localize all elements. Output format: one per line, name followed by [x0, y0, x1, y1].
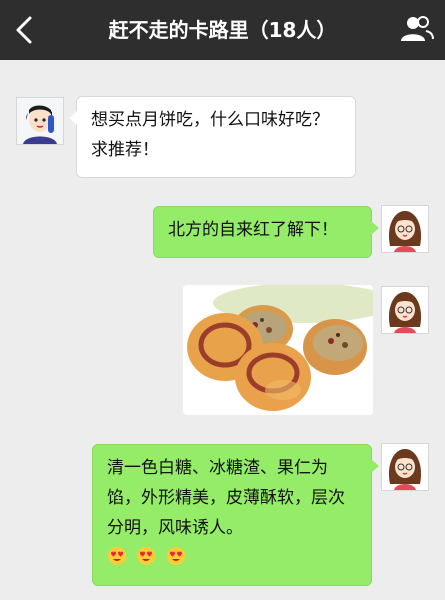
group-members-icon[interactable] [400, 14, 434, 44]
chat-title: 赶不走的卡路里（18人） [108, 18, 337, 42]
cartoon-girl-avatar [382, 206, 428, 252]
heart-eyes-emoji [137, 547, 156, 565]
chevron-left-icon[interactable] [10, 14, 40, 46]
self-avatar[interactable] [381, 443, 429, 491]
message-text: 想买点月饼吃，什么口味好吃？求推荐！ [91, 110, 329, 160]
sender-avatar[interactable] [16, 97, 64, 145]
cartoon-girl-avatar [382, 287, 428, 333]
cartoon-girl-avatar [382, 444, 428, 490]
message-bubble-received[interactable]: 想买点月饼吃，什么口味好吃？求推荐！ [69, 96, 356, 178]
image-message[interactable] [183, 285, 373, 415]
self-avatar[interactable] [381, 286, 429, 334]
heart-eyes-emoji [108, 547, 126, 565]
mooncake-photo [183, 285, 373, 415]
heart-eyes-emoji [166, 547, 185, 565]
message-bubble-sent[interactable]: 清一色白糖、冰糖渣、果仁为馅，外形精美，皮薄酥软，层次分明，风味诱人。 [92, 444, 379, 586]
self-avatar[interactable] [381, 205, 429, 253]
chat-header: 赶不走的卡路里（18人） [0, 0, 445, 60]
message-text: 北方的自来红了解下！ [168, 220, 338, 240]
message-text: 清一色白糖、冰糖渣、果仁为馅，外形精美，皮薄酥软，层次分明，风味诱人。 [107, 458, 345, 538]
message-bubble-sent[interactable]: 北方的自来红了解下！ [153, 206, 379, 258]
cartoon-man-avatar [17, 98, 63, 144]
emoji-row [107, 541, 357, 571]
